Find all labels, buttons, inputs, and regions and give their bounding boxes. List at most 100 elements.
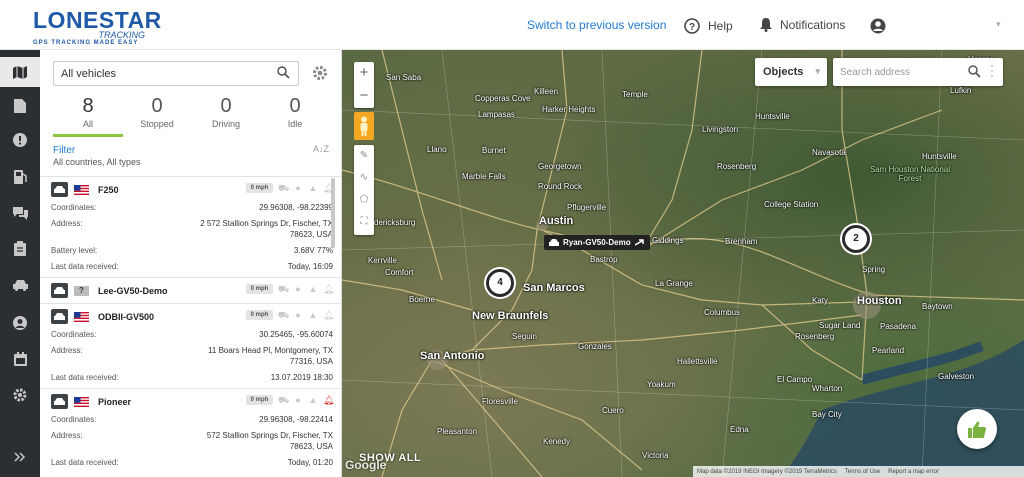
- count-all-label: All: [82, 119, 93, 129]
- speed-badge: 0 mph: [246, 284, 273, 294]
- draw-route-icon[interactable]: ∿: [354, 167, 374, 189]
- speed-badge: 0 mph: [246, 183, 273, 193]
- vehicle-card[interactable]: F250 0 mph ⛟ ● ▲ 🔔︎ Coordinates: 29.96308, -98.…: [40, 176, 341, 272]
- vehicle-detail-row: Last data received: Today, 01:20: [51, 457, 333, 468]
- vehicle-card[interactable]: ODBII-GV500 0 mph ⛟ ● ▲ 🔔︎ Coordinates: 30.2546…: [40, 303, 341, 383]
- vehicle-detail-key: Address:: [51, 431, 83, 440]
- vehicle-name[interactable]: Lee-GV50-Demo: [98, 286, 168, 296]
- sort-az-icon[interactable]: A↓Z: [313, 145, 329, 154]
- report-map-error-link[interactable]: Report a map error: [888, 469, 939, 475]
- zoom-out-button[interactable]: −: [354, 85, 374, 108]
- nav-calendar[interactable]: [0, 344, 40, 374]
- vehicle-detail-key: Address:: [51, 219, 83, 228]
- map-view[interactable]: San Saba Copperas Cove Killeen Harker He…: [342, 50, 1024, 477]
- nav-messages[interactable]: [0, 198, 40, 228]
- nav-settings[interactable]: [0, 380, 40, 410]
- map-attribution-text: Map data ©2019 INEGI Imagery ©2019 Terra…: [697, 468, 837, 475]
- vehicle-detail-key: Last data received:: [51, 262, 119, 271]
- search-icon[interactable]: [277, 66, 290, 79]
- objects-dropdown[interactable]: Objects: [755, 58, 827, 86]
- count-stopped[interactable]: 0 Stopped: [122, 95, 192, 129]
- map-city-label: Spring: [862, 265, 886, 274]
- map-city-label: Temple: [622, 90, 648, 99]
- panel-settings-gear-icon[interactable]: [312, 65, 328, 81]
- map-city-label: Burnet: [482, 146, 506, 155]
- map-city-label: La Grange: [655, 279, 693, 288]
- fullscreen-icon[interactable]: ⛶: [354, 211, 374, 233]
- map-city-label: Lufkin: [950, 86, 972, 95]
- vehicle-cluster[interactable]: 2: [842, 225, 870, 253]
- map-city-label: San Antonio: [420, 350, 485, 362]
- direction-arrow-icon: [634, 238, 644, 246]
- map-city-label: El Campo: [777, 375, 813, 384]
- count-all[interactable]: 8 All: [53, 95, 123, 137]
- car-icon: [12, 279, 28, 291]
- vehicle-detail-key: Coordinates:: [51, 330, 97, 339]
- vehicle-detail-key: Last data received:: [51, 458, 119, 467]
- vehicle-detail-value: 11 Boars Head Pl, Montgomery, TX 77316, …: [208, 346, 333, 366]
- map-city-label: Pasadena: [880, 322, 917, 331]
- count-idle[interactable]: 0 Idle: [260, 95, 330, 129]
- address-search-icon[interactable]: [968, 65, 981, 78]
- vehicle-card[interactable]: ? Lee-GV50-Demo 0 mph ⛟ ● ▲ 🔔︎: [40, 277, 341, 303]
- map-city-label: Killeen: [534, 87, 559, 96]
- nav-expand[interactable]: [0, 442, 40, 472]
- truck-icon: ⛟: [278, 395, 290, 405]
- vehicle-search-input[interactable]: All vehicles: [53, 61, 299, 86]
- vehicle-detail-key: Coordinates:: [51, 203, 97, 212]
- nav-users[interactable]: [0, 308, 40, 338]
- left-nav: [0, 50, 40, 477]
- count-driving[interactable]: 0 Driving: [191, 95, 261, 129]
- nav-tasks[interactable]: [0, 233, 40, 263]
- help-button[interactable]: ? Help: [684, 18, 733, 34]
- map-city-label: Kerrville: [368, 256, 397, 265]
- map-roads: [342, 50, 1024, 477]
- vehicle-detail-value: 29.96308, -98.22399: [259, 203, 333, 212]
- map-city-label: Pflugerville: [567, 203, 607, 212]
- pegman-icon: [360, 116, 368, 136]
- vehicle-detail-row: Last data received: 13.07.2019 18:30: [51, 372, 333, 383]
- count-driving-number: 0: [220, 95, 232, 117]
- vehicle-name[interactable]: F250: [98, 185, 119, 195]
- nav-alerts[interactable]: [0, 125, 40, 155]
- vehicle-detail-value: 30.25465, -95.60074: [259, 330, 333, 339]
- zoom-in-button[interactable]: +: [354, 62, 374, 85]
- map-city-label: Austin: [539, 215, 574, 227]
- logo-text: LONESTAR: [33, 7, 162, 33]
- filter-section[interactable]: Filter All countries, All types: [53, 145, 141, 167]
- vehicle-cluster[interactable]: 4: [486, 269, 514, 297]
- vehicle-name[interactable]: ODBII-GV500: [98, 312, 154, 322]
- terms-of-use-link[interactable]: Terms of Use: [845, 469, 880, 475]
- vehicle-marker[interactable]: Ryan-GV50-Demo: [544, 235, 650, 250]
- feedback-button[interactable]: [957, 409, 997, 449]
- map-park-label: Sam Houston National Forest: [869, 165, 951, 183]
- alarm-bell-icon: 🔔︎: [323, 395, 335, 405]
- filter-title[interactable]: Filter: [53, 145, 141, 156]
- map-city-label: San Marcos: [523, 282, 585, 294]
- nav-vehicles[interactable]: [0, 270, 40, 300]
- map-city-label: Baytown: [922, 302, 953, 311]
- street-view-pegman[interactable]: [354, 112, 374, 140]
- notifications-label: Notifications: [780, 18, 846, 32]
- list-scrollbar[interactable]: [331, 178, 335, 248]
- driver-icon: ●: [295, 284, 301, 294]
- map-city-label: Edna: [730, 425, 749, 434]
- logo-tagline: GPS TRACKING MADE EASY: [33, 40, 139, 46]
- nav-map[interactable]: [0, 57, 40, 87]
- map-city-label: Floresville: [482, 397, 519, 406]
- vehicle-name[interactable]: Pioneer: [98, 397, 131, 407]
- logo[interactable]: LONESTAR TRACKING GPS TRACKING MADE EASY: [33, 9, 163, 47]
- nav-fuel[interactable]: [0, 162, 40, 192]
- nav-reports[interactable]: [0, 91, 40, 121]
- more-options-icon[interactable]: · · ·: [990, 59, 996, 81]
- user-menu-dropdown-icon[interactable]: ▾: [996, 19, 1001, 30]
- vehicle-detail-value: 29.96308, -98.22414: [259, 415, 333, 424]
- vehicle-list: F250 0 mph ⛟ ● ▲ 🔔︎ Coordinates: 29.96308, -98.…: [40, 176, 341, 473]
- map-city-label: San Saba: [386, 73, 422, 82]
- notifications-button[interactable]: Notifications: [760, 18, 845, 32]
- vehicle-card[interactable]: Pioneer 0 mph ⛟ ● ▲ 🔔︎ Coordinates: 29.96308, -…: [40, 388, 341, 468]
- user-menu-button[interactable]: [870, 18, 886, 34]
- draw-polygon-icon[interactable]: ⬠: [354, 189, 374, 211]
- switch-version-link[interactable]: Switch to previous version: [527, 18, 666, 32]
- draw-line-icon[interactable]: ✎: [354, 145, 374, 167]
